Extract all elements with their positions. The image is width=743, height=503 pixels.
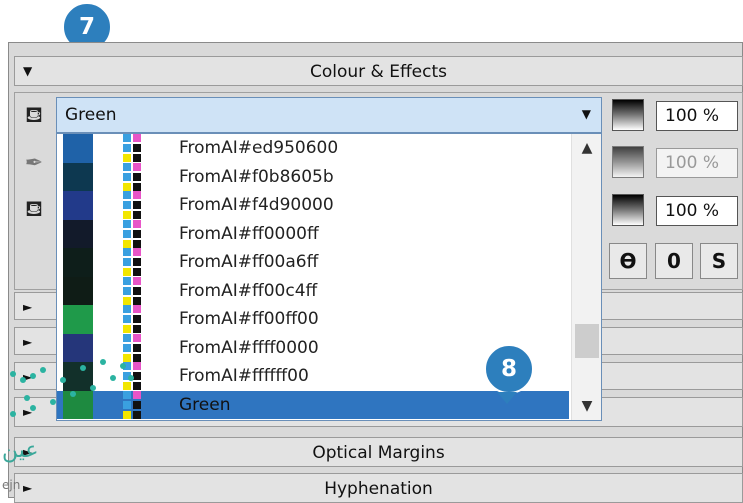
color-name: FromAI#f4d90000: [179, 195, 334, 215]
step-8-marker: 8: [484, 344, 534, 394]
cmyk-icon: [123, 248, 149, 276]
fill-bucket-icon-2[interactable]: ⛾: [20, 196, 48, 224]
gradient-swatch-2: [612, 146, 644, 178]
watermark-dot: [30, 373, 36, 379]
color-list-item[interactable]: FromAI#ff00a6ff: [57, 248, 569, 277]
chevron-down-icon[interactable]: ▼: [582, 107, 591, 121]
color-name: FromAI#ed950600: [179, 138, 339, 158]
optical-margins-header[interactable]: ► Optical Margins: [14, 437, 743, 467]
color-name: FromAI#ffff0000: [179, 337, 319, 358]
cmyk-icon: [123, 162, 149, 191]
color-swatch: [63, 305, 93, 334]
opacity-field-1[interactable]: 100 %: [656, 101, 738, 131]
color-list-item[interactable]: FromAI#ff00c4ff: [57, 276, 569, 305]
color-name: Green: [179, 394, 231, 415]
watermark-dot: [50, 399, 56, 405]
step-8-pointer: [497, 392, 517, 404]
color-swatch: [63, 248, 93, 277]
watermark-dot: [10, 371, 16, 377]
section-title: Optical Margins: [312, 443, 445, 463]
watermark-dot: [110, 375, 116, 381]
color-list-item[interactable]: FromAI#f4d90000: [57, 191, 569, 220]
color-swatch: [63, 134, 93, 163]
watermark-dot: [90, 385, 96, 391]
watermark-dot: [30, 405, 36, 411]
cmyk-icon: [123, 276, 149, 305]
section-title: Hyphenation: [324, 479, 433, 499]
color-list-item[interactable]: FromAI#f0b8605b: [57, 162, 569, 191]
color-list-item[interactable]: FromAI#ff0000ff: [57, 219, 569, 248]
color-swatch: [63, 191, 93, 220]
cmyk-icon: [123, 305, 149, 333]
watermark-dot: [70, 391, 76, 397]
expand-triangle-icon[interactable]: ►: [23, 300, 32, 314]
scroll-down-icon[interactable]: ▼: [572, 398, 601, 414]
section-title: Colour & Effects: [309, 62, 447, 82]
color-list-item[interactable]: FromAI#ed950600: [57, 134, 569, 163]
cmyk-icon: [123, 219, 149, 248]
color-select[interactable]: Green ▼: [56, 97, 602, 133]
watermark-dot: [40, 367, 46, 373]
color-name: FromAI#ff00a6ff: [179, 252, 319, 272]
cmyk-icon: [123, 191, 149, 219]
watermark-dot: [120, 363, 126, 369]
gradient-swatch-1[interactable]: [612, 99, 644, 131]
watermark-dot: [80, 365, 86, 371]
color-name: FromAI#ff00ff00: [179, 309, 319, 329]
watermark-dot: [128, 375, 134, 381]
expand-triangle-icon[interactable]: ►: [23, 335, 32, 349]
colour-effects-header[interactable]: ▼ Colour & Effects: [14, 56, 743, 86]
watermark-logo: عين: [2, 438, 39, 463]
scroll-up-icon[interactable]: ▲: [572, 140, 601, 156]
watermark-dot: [100, 359, 106, 365]
watermark-dot: [60, 377, 66, 383]
watermark-dot: [24, 395, 30, 401]
watermark-dots: [0, 355, 140, 425]
scrollbar[interactable]: ▲ ▼: [571, 134, 601, 420]
color-name: FromAI#f0b8605b: [179, 166, 334, 187]
effect-button-2[interactable]: 0: [655, 243, 693, 279]
fill-bucket-icon[interactable]: ⛾: [20, 102, 48, 130]
opacity-field-3[interactable]: 100 %: [656, 196, 738, 226]
color-name: FromAI#ff0000ff: [179, 223, 319, 244]
color-list-item[interactable]: FromAI#ff00ff00: [57, 305, 569, 334]
color-name: FromAI#ffffff00: [179, 366, 309, 386]
color-swatch: [63, 162, 93, 191]
watermark-subtext: ejn: [2, 478, 21, 492]
hyphenation-header[interactable]: ► Hyphenation: [14, 473, 743, 503]
watermark-dot: [20, 377, 26, 383]
cmyk-icon: [123, 134, 149, 162]
pen-stroke-icon[interactable]: ✒: [20, 150, 48, 178]
color-name: FromAI#ff00c4ff: [179, 280, 318, 301]
effect-button-3[interactable]: S: [700, 243, 738, 279]
color-swatch: [63, 219, 93, 248]
watermark-dot: [10, 411, 16, 417]
color-swatch: [63, 276, 93, 305]
scrollbar-thumb[interactable]: [575, 324, 599, 358]
opacity-field-2: 100 %: [656, 148, 738, 178]
gradient-swatch-3[interactable]: [612, 194, 644, 226]
color-select-value: Green: [65, 105, 117, 125]
effect-button-1[interactable]: ϴ: [609, 243, 647, 279]
